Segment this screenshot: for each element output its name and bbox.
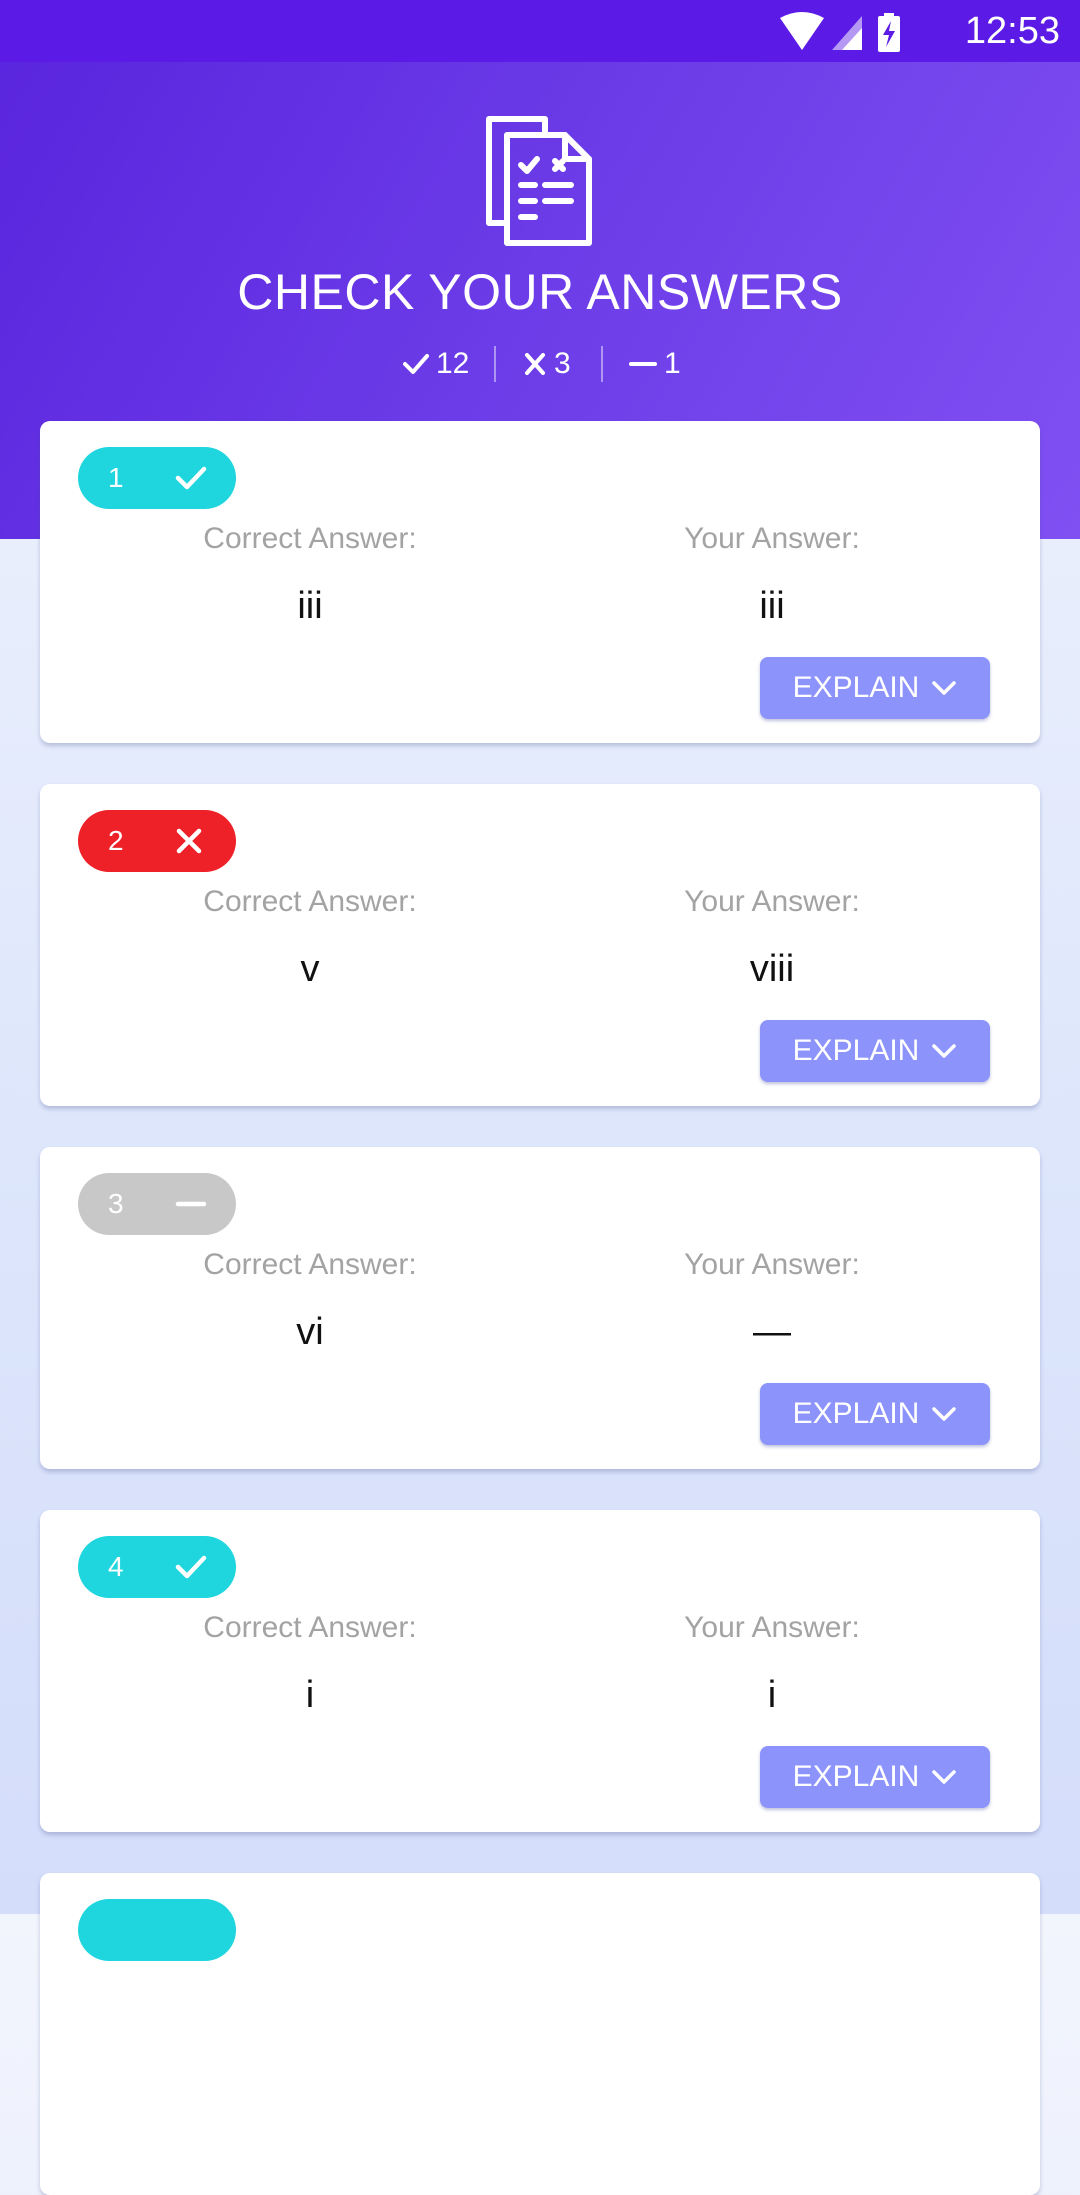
explain-button[interactable]: EXPLAIN (760, 657, 990, 719)
stats-divider (494, 346, 496, 382)
wrong-count-value: 3 (554, 347, 571, 380)
question-number: 1 (108, 462, 124, 493)
status-bar: 12:53 (0, 0, 1080, 62)
stats-divider (601, 346, 603, 382)
correct-answer-label: Correct Answer: (203, 885, 417, 918)
score-summary: 12 3 1 (0, 342, 1080, 386)
your-answer-label: Your Answer: (684, 1248, 860, 1281)
explain-button-label: EXPLAIN (792, 1397, 920, 1430)
status-time: 12:53 (964, 10, 1060, 52)
correct-answer-label: Correct Answer: (203, 522, 417, 555)
question-card: 4 Correct Answer: Your Answer: i i EXPLA… (40, 1510, 1040, 1832)
correct-answer-label: Correct Answer: (203, 1611, 417, 1644)
check-icon (403, 354, 429, 374)
correct-answer-value: i (305, 1674, 315, 1716)
correct-answer-value: vi (296, 1311, 324, 1353)
question-card: 3 Correct Answer: Your Answer: vi — EXPL… (40, 1147, 1040, 1469)
question-status-badge: 4 (78, 1536, 236, 1598)
page-title: CHECK YOUR ANSWERS (237, 264, 843, 320)
your-answer-label: Your Answer: (684, 885, 860, 918)
question-card: 1 Correct Answer: Your Answer: iii iii E… (40, 421, 1040, 743)
your-answer-value: viii (749, 948, 795, 990)
chevron-down-icon (932, 681, 957, 695)
chevron-down-icon (932, 1770, 957, 1784)
your-answer-label: Your Answer: (684, 1611, 860, 1644)
explain-button[interactable]: EXPLAIN (760, 1383, 990, 1445)
explain-button-label: EXPLAIN (792, 1034, 920, 1067)
explain-button[interactable]: EXPLAIN (760, 1020, 990, 1082)
question-number: 2 (108, 825, 124, 856)
x-icon (176, 828, 202, 854)
question-status-badge: 2 (78, 810, 236, 872)
question-status-badge: 1 (78, 447, 236, 509)
chevron-down-icon (932, 1044, 957, 1058)
correct-count-value: 12 (436, 347, 470, 380)
dash-icon (629, 362, 657, 366)
question-number: 3 (108, 1188, 124, 1219)
explain-button-label: EXPLAIN (792, 1760, 920, 1793)
check-icon (175, 466, 207, 490)
your-answer-value: — (753, 1311, 791, 1353)
skipped-count-value: 1 (664, 347, 681, 380)
your-answer-label: Your Answer: (684, 522, 860, 555)
status-icons (780, 12, 900, 52)
check-icon (175, 1555, 207, 1579)
question-card (40, 1873, 1040, 2195)
skipped-count: 1 (628, 342, 681, 386)
explain-button[interactable]: EXPLAIN (760, 1746, 990, 1808)
correct-answer-value: v (300, 948, 320, 990)
question-status-badge: 3 (78, 1173, 236, 1235)
wrong-count: 3 (522, 342, 571, 386)
chevron-down-icon (932, 1407, 957, 1421)
correct-count: 12 (402, 342, 469, 386)
question-status-badge (78, 1899, 236, 1961)
dash-icon (175, 1201, 207, 1207)
wifi-icon (780, 12, 824, 50)
your-answer-value: i (767, 1674, 777, 1716)
your-answer-value: iii (759, 585, 785, 627)
question-number: 4 (108, 1551, 124, 1582)
correct-answer-label: Correct Answer: (203, 1248, 417, 1281)
x-icon (525, 353, 545, 375)
question-card: 2 Correct Answer: Your Answer: v viii EX… (40, 784, 1040, 1106)
correct-answer-value: iii (297, 585, 323, 627)
document-checklist-icon (486, 116, 592, 246)
explain-button-label: EXPLAIN (792, 671, 920, 704)
